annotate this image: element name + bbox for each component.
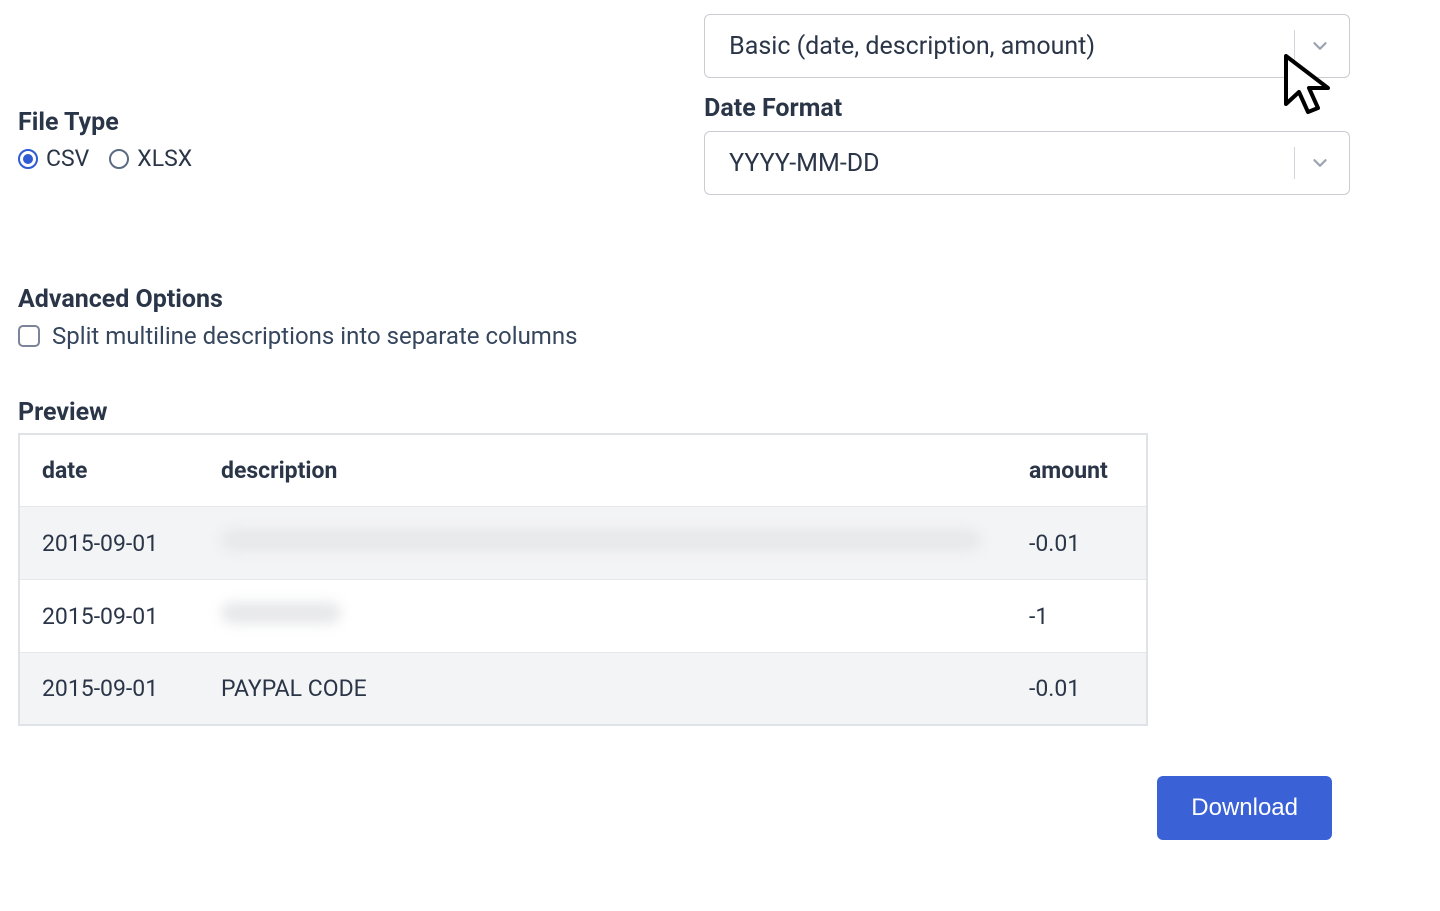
advanced-options-label: Advanced Options xyxy=(18,285,1422,314)
cell-description: PAYPAL CODE xyxy=(199,653,1007,726)
columns-select[interactable]: Basic (date, description, amount) xyxy=(704,14,1350,78)
cell-date: 2015-09-01 xyxy=(19,507,199,580)
checkbox-unchecked-icon xyxy=(18,325,40,347)
select-separator xyxy=(1294,30,1295,62)
chevron-down-icon xyxy=(1309,35,1331,57)
preview-label: Preview xyxy=(18,398,1422,427)
cell-description xyxy=(199,580,1007,653)
preview-table: date description amount 2015-09-01 -0.01… xyxy=(18,433,1148,726)
col-header-description: description xyxy=(199,434,1007,507)
file-type-csv-label: CSV xyxy=(46,145,89,172)
table-header-row: date description amount xyxy=(19,434,1147,507)
file-type-xlsx-radio[interactable]: XLSX xyxy=(109,145,192,172)
file-type-label: File Type xyxy=(18,108,664,137)
date-format-select[interactable]: YYYY-MM-DD xyxy=(704,131,1350,195)
cell-date: 2015-09-01 xyxy=(19,653,199,726)
chevron-down-icon xyxy=(1309,152,1331,174)
table-row: 2015-09-01 -0.01 xyxy=(19,507,1147,580)
file-type-xlsx-label: XLSX xyxy=(137,145,192,172)
cell-description xyxy=(199,507,1007,580)
radio-unselected-icon xyxy=(109,149,129,169)
split-multiline-checkbox[interactable]: Split multiline descriptions into separa… xyxy=(18,322,1422,350)
redacted-content xyxy=(221,529,981,551)
cell-amount: -1 xyxy=(1007,580,1147,653)
col-header-date: date xyxy=(19,434,199,507)
select-separator xyxy=(1294,147,1295,179)
table-row: 2015-09-01 PAYPAL CODE -0.01 xyxy=(19,653,1147,726)
file-type-csv-radio[interactable]: CSV xyxy=(18,145,89,172)
table-row: 2015-09-01 -1 xyxy=(19,580,1147,653)
columns-select-value: Basic (date, description, amount) xyxy=(729,32,1095,61)
radio-selected-icon xyxy=(18,149,38,169)
file-type-radio-group: CSV XLSX xyxy=(18,145,664,172)
redacted-content xyxy=(221,602,341,624)
date-format-label: Date Format xyxy=(704,94,1350,123)
download-button[interactable]: Download xyxy=(1157,776,1332,840)
cell-amount: -0.01 xyxy=(1007,507,1147,580)
cell-date: 2015-09-01 xyxy=(19,580,199,653)
col-header-amount: amount xyxy=(1007,434,1147,507)
split-multiline-label: Split multiline descriptions into separa… xyxy=(52,322,577,350)
date-format-value: YYYY-MM-DD xyxy=(729,149,879,178)
cell-amount: -0.01 xyxy=(1007,653,1147,726)
